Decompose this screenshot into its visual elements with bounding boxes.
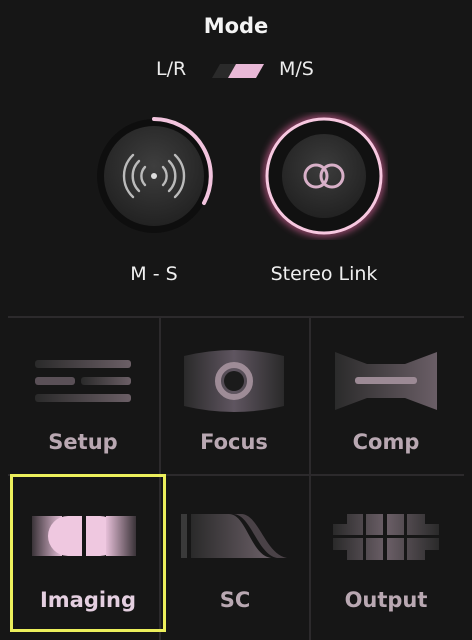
output-blocks-icon [333, 514, 439, 560]
mode-title: Mode [203, 14, 269, 38]
module-tile-sc[interactable]: SC [161, 476, 309, 634]
mode-toggle-row: L/R M/S [0, 58, 472, 86]
focus-lens-icon [184, 350, 284, 412]
module-tile-imaging[interactable]: Imaging [10, 474, 166, 632]
stereo-link-label: Stereo Link [270, 263, 378, 285]
sidechain-curve-icon [181, 514, 287, 558]
module-tile-output[interactable]: Output [311, 476, 461, 634]
imaging-split-icon [32, 516, 136, 556]
mode-toggle-switch[interactable] [210, 62, 266, 80]
setup-lines-icon [35, 360, 131, 402]
module-tile-focus[interactable]: Focus [159, 318, 309, 476]
module-label-sc: SC [219, 588, 251, 612]
mode-ms-label[interactable]: M/S [279, 58, 314, 80]
module-label-comp: Comp [352, 430, 420, 454]
module-label-output: Output [344, 588, 428, 612]
mode-panel: Mode L/R M/S M - S Stereo Link Setup Foc… [0, 0, 472, 640]
module-label-imaging: Imaging [39, 588, 137, 612]
ms-knob-dial[interactable] [92, 114, 216, 238]
stereo-link-dial[interactable] [260, 112, 388, 240]
module-label-focus: Focus [200, 430, 268, 454]
stereo-link-knob[interactable] [260, 112, 388, 240]
module-label-setup: Setup [48, 430, 118, 454]
mode-lr-label[interactable]: L/R [156, 58, 186, 80]
module-tile-setup[interactable]: Setup [8, 318, 158, 476]
module-tile-comp[interactable]: Comp [311, 318, 461, 476]
ms-knob[interactable] [92, 114, 216, 238]
comp-shape-icon [335, 352, 437, 410]
